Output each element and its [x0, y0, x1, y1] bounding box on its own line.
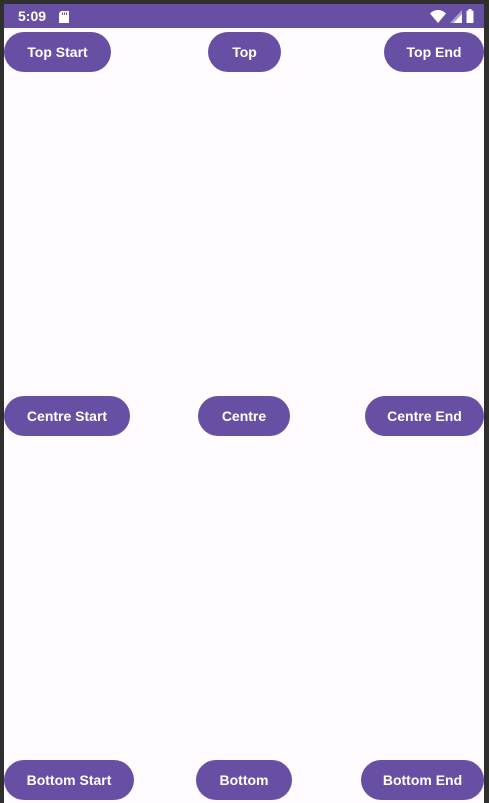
centre-button[interactable]: Centre — [198, 396, 290, 436]
centre-end-button[interactable]: Centre End — [365, 396, 484, 436]
battery-icon — [466, 9, 474, 23]
centre-start-button[interactable]: Centre Start — [4, 396, 130, 436]
bottom-button[interactable]: Bottom — [196, 760, 292, 800]
bottom-end-button[interactable]: Bottom End — [361, 760, 484, 800]
app-screen: 5:09 Top Start Top Top End Centre Start … — [4, 4, 484, 803]
signal-icon — [450, 9, 462, 23]
status-time: 5:09 — [18, 8, 47, 24]
top-end-button[interactable]: Top End — [384, 32, 484, 72]
bottom-start-button[interactable]: Bottom Start — [4, 760, 134, 800]
status-bar: 5:09 — [4, 4, 484, 28]
wifi-icon — [430, 9, 446, 23]
sd-card-icon — [58, 10, 70, 23]
status-icons — [430, 7, 474, 25]
top-button[interactable]: Top — [208, 32, 281, 72]
top-start-button[interactable]: Top Start — [4, 32, 111, 72]
